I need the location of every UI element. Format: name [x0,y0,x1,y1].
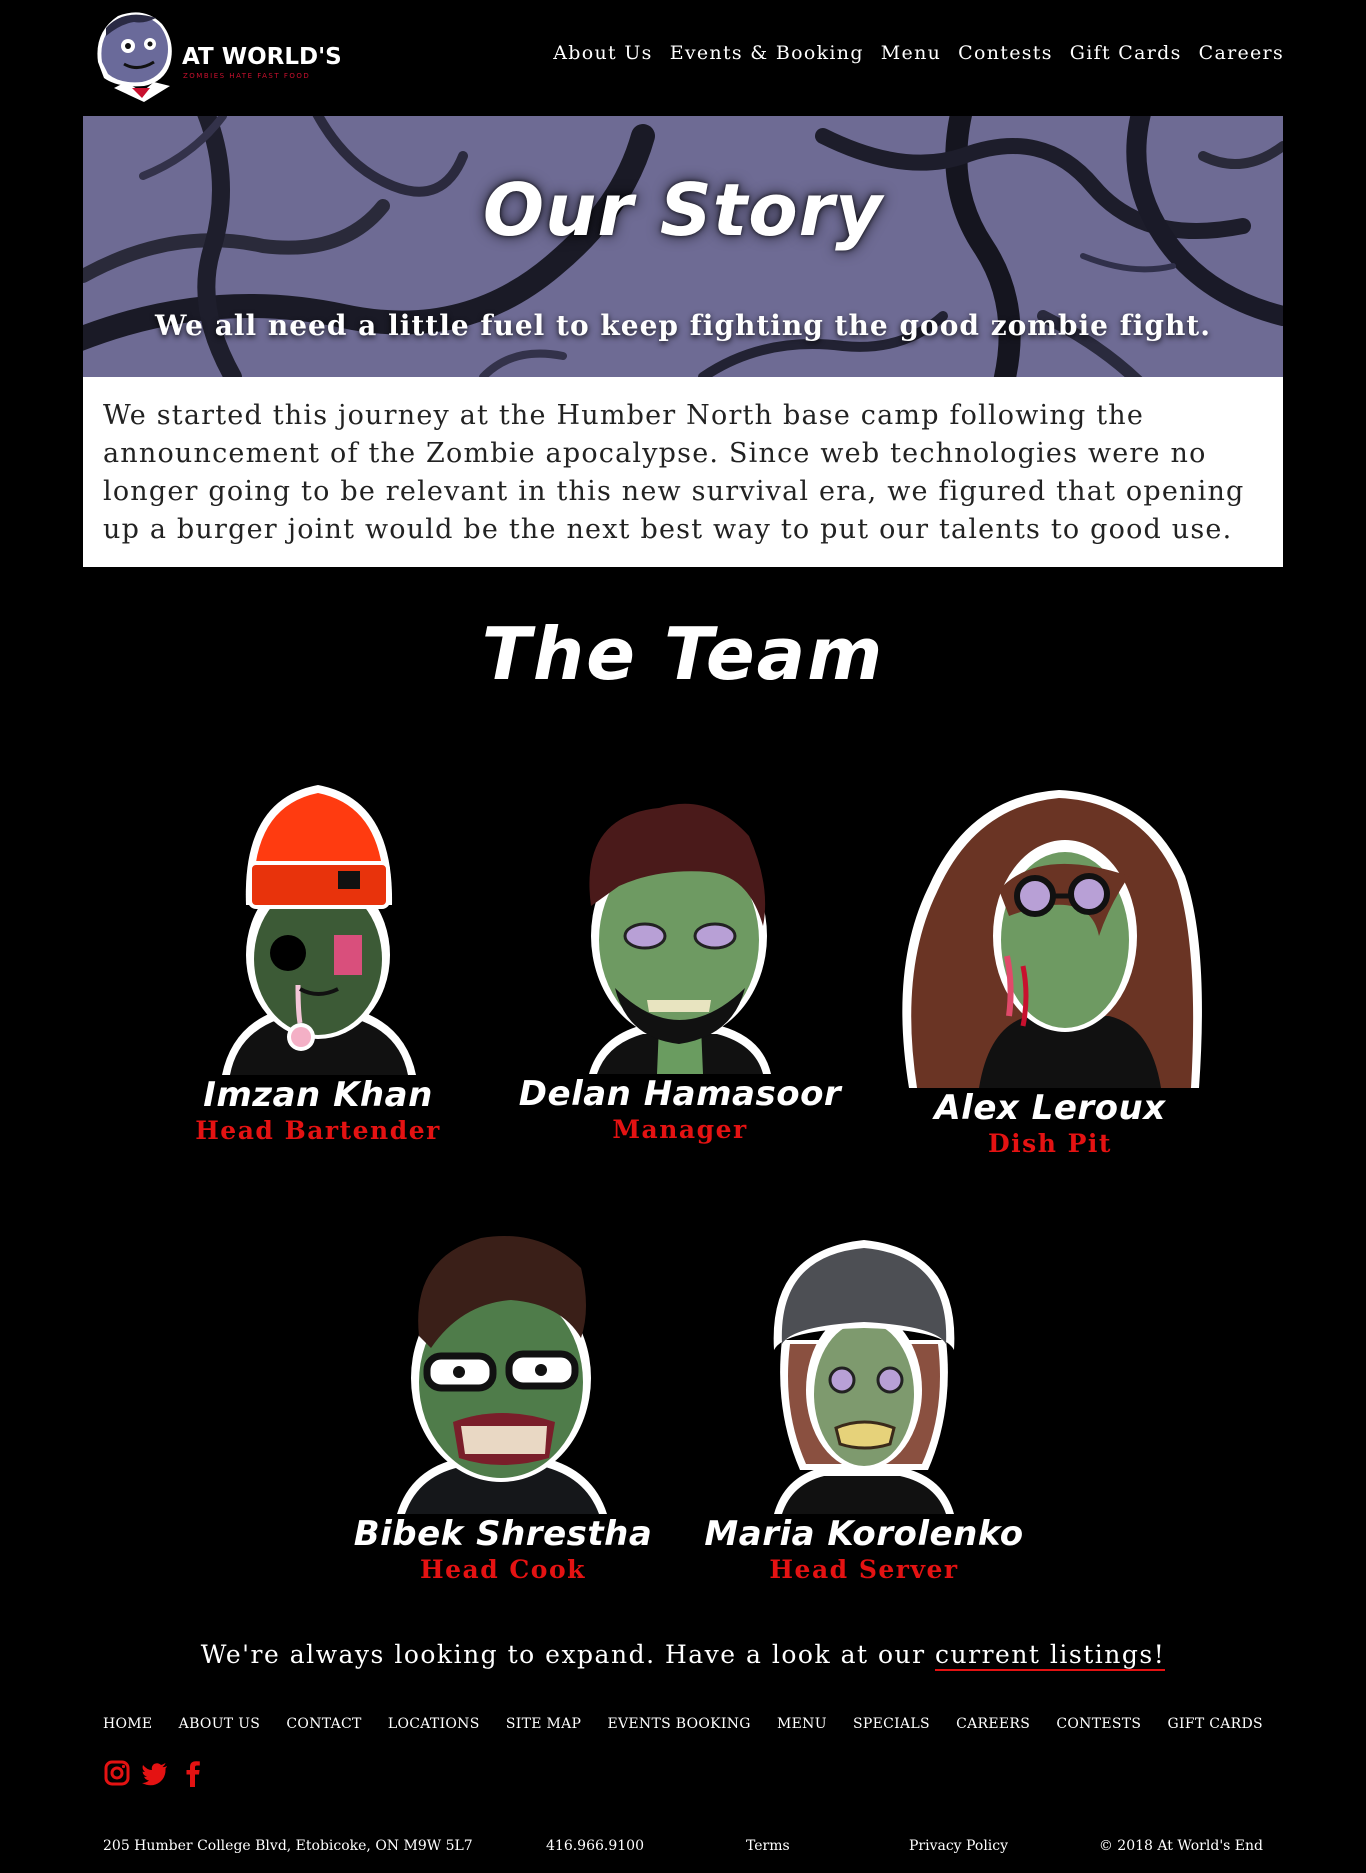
instagram-icon[interactable] [103,1759,131,1787]
member-name: Maria Korolenko [704,1514,1024,1554]
nav-gift-cards[interactable]: Gift Cards [1070,42,1182,64]
member-role: Manager [612,1115,748,1144]
footer-link-contests[interactable]: CONTESTS [1056,1716,1141,1732]
careers-callout-text: We're always looking to expand. Have a l… [200,1640,936,1669]
main-nav: About Us Events & Booking Menu Contests … [553,42,1284,64]
social-links [103,1759,207,1787]
member-portrait [341,1208,665,1514]
nav-contests[interactable]: Contests [958,42,1053,64]
member-role: Head Cook [420,1555,586,1584]
team-member-card: Imzan Khan Head Bartender [148,775,488,1147]
nav-menu[interactable]: Menu [881,42,941,64]
member-portrait [773,1240,955,1514]
member-name: Bibek Shrestha [353,1514,653,1554]
footer-terms-link[interactable]: Terms [746,1838,790,1854]
site-header: AT WORLD'S END ZOMBIES HATE FAST FOOD Ab… [0,0,1366,115]
member-portrait [519,776,841,1074]
footer-link-menu[interactable]: MENU [777,1716,827,1732]
careers-callout: We're always looking to expand. Have a l… [0,1640,1366,1671]
footer-copyright: © 2018 At World's End [1098,1838,1263,1854]
member-role: Dish Pit [988,1129,1112,1158]
nav-about-us[interactable]: About Us [553,42,652,64]
footer-address: 205 Humber College Blvd, Etobicoke, ON M… [103,1838,473,1854]
nav-events-booking[interactable]: Events & Booking [670,42,864,64]
hero-banner: Our Story We all need a little fuel to k… [83,116,1283,377]
hero-tagline: We all need a little fuel to keep fighti… [154,309,1211,342]
current-listings-link[interactable]: current listings! [935,1640,1166,1671]
member-name: Delan Hamasoor [518,1074,842,1114]
member-portrait [222,785,416,1075]
footer-link-careers[interactable]: CAREERS [956,1716,1030,1732]
twitter-icon[interactable] [141,1759,169,1787]
footer-link-home[interactable]: HOME [103,1716,152,1732]
member-name: Alex Leroux [934,1088,1166,1128]
team-member-card: Alex Leroux Dish Pit [880,786,1220,1160]
hero-title: Our Story [482,168,884,252]
footer-link-locations[interactable]: LOCATIONS [388,1716,480,1732]
facebook-icon[interactable] [179,1759,207,1787]
team-section-title: The Team [481,612,885,696]
footer-phone: 416.966.9100 [546,1838,644,1854]
member-role: Head Server [769,1555,959,1584]
footer-link-contact[interactable]: CONTACT [286,1716,361,1732]
footer-privacy-link[interactable]: Privacy Policy [909,1838,1008,1854]
member-role: Head Bartender [195,1116,441,1145]
footer-link-about-us[interactable]: ABOUT US [179,1716,261,1732]
footer-bottom: 205 Humber College Blvd, Etobicoke, ON M… [103,1838,1263,1860]
site-logo[interactable]: AT WORLD'S END ZOMBIES HATE FAST FOOD [84,2,344,110]
team-member-card: Delan Hamasoor Manager [510,776,850,1146]
member-portrait [902,790,1202,1088]
footer-link-specials[interactable]: SPECIALS [853,1716,930,1732]
footer-link-events-booking[interactable]: EVENTS BOOKING [607,1716,750,1732]
team-member-card: Maria Korolenko Head Server [694,1210,1034,1586]
logo-tagline: ZOMBIES HATE FAST FOOD [183,72,310,80]
story-text: We started this journey at the Humber No… [83,377,1283,567]
member-name: Imzan Khan [203,1075,433,1115]
footer-link-gift-cards[interactable]: GIFT CARDS [1168,1716,1263,1732]
footer-link-site-map[interactable]: SITE MAP [506,1716,581,1732]
footer-nav: HOME ABOUT US CONTACT LOCATIONS SITE MAP… [103,1716,1263,1732]
team-member-card: Bibek Shrestha Head Cook [333,1208,673,1586]
nav-careers[interactable]: Careers [1199,42,1284,64]
logo-wordmark: AT WORLD'S END [182,44,344,70]
